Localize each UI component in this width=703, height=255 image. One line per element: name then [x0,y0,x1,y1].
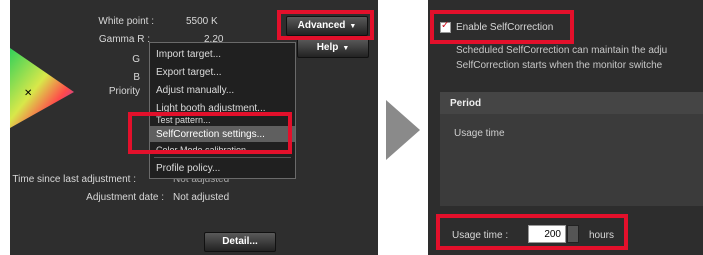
adjustment-date-value: Not adjusted [173,192,230,203]
chevron-down-icon: ▼ [342,45,350,52]
white-point-value: 5500 K [186,16,218,27]
menu-item-import-target[interactable]: Import target... [156,49,221,60]
adjustment-date-label: Adjustment date : [86,192,164,203]
usage-time-option[interactable]: Usage time [454,128,505,139]
menu-divider [154,157,291,158]
white-point-label: White point : [98,16,154,27]
gamma-g-label: G [132,54,140,65]
gamma-b-label: B [133,72,140,83]
description-line-1: Scheduled SelfCorrection can maintain th… [456,45,668,56]
period-header: Period [440,92,703,114]
selfcorrection-highlight-box [128,112,292,154]
calibration-window: White point : 5500 K Gamma R : 2.20 G B … [10,0,378,255]
detail-button[interactable]: Detail... [204,232,276,252]
usage-time-highlight-box [436,214,628,250]
menu-item-profile-policy[interactable]: Profile policy... [156,163,220,174]
advanced-highlight-box [277,10,374,40]
help-button-label: Help [316,42,339,53]
description-line-2: SelfCorrection starts when the monitor s… [456,60,663,71]
period-section: Usage time [440,114,703,206]
priority-label: Priority [108,86,140,97]
menu-item-export-target[interactable]: Export target... [156,67,222,78]
help-button[interactable]: Help ▼ [297,38,369,58]
time-since-adjustment-label: Time since last adjustment : [12,174,136,185]
advanced-menu: Import target... Export target... Adjust… [149,42,296,179]
period-title: Period [450,98,482,109]
svg-text:✕: ✕ [24,88,32,99]
arrow-right-icon [386,100,420,160]
menu-item-adjust-manually[interactable]: Adjust manually... [156,85,234,96]
color-gamut-icon: ✕ [10,48,74,128]
enable-selfcorrection-highlight-box [430,10,574,44]
selfcorrection-window: ✓ Enable SelfCorrection Scheduled SelfCo… [428,0,703,255]
